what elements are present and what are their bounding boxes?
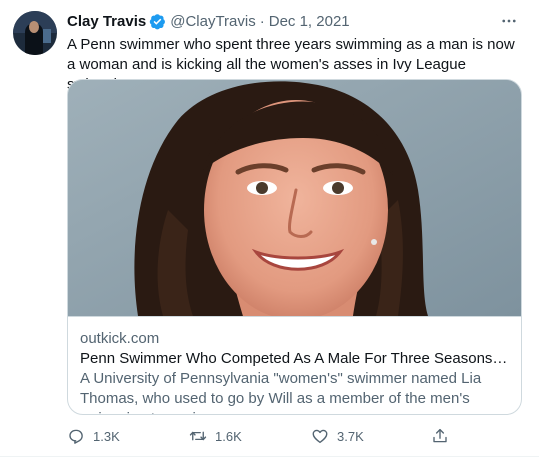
- separator-dot: ·: [259, 12, 265, 30]
- reply-button[interactable]: 1.3K: [67, 426, 120, 446]
- retweet-count: 1.6K: [215, 428, 242, 444]
- tweet[interactable]: Clay Travis @ClayTravis · Dec 1, 2021 A …: [0, 0, 539, 457]
- like-count: 3.7K: [337, 428, 364, 444]
- link-title: Penn Swimmer Who Competed As A Male For …: [80, 350, 511, 367]
- link-description: A University of Pennsylvania "women's" s…: [80, 370, 482, 414]
- link-card[interactable]: outkick.com Penn Swimmer Who Competed As…: [67, 79, 522, 415]
- link-domain: outkick.com: [80, 330, 160, 347]
- link-card-info[interactable]: outkick.com Penn Swimmer Who Competed As…: [68, 316, 521, 414]
- reply-icon: [69, 429, 83, 444]
- reply-count: 1.3K: [93, 428, 120, 444]
- like-icon: [312, 429, 328, 444]
- share-button[interactable]: [431, 426, 457, 446]
- author-handle[interactable]: @ClayTravis: [170, 13, 256, 30]
- like-button[interactable]: 3.7K: [311, 426, 364, 446]
- retweet-icon: [189, 431, 207, 441]
- tweet-actions: 1.3K 1.6K 3.7K: [67, 426, 467, 446]
- share-icon: [433, 428, 447, 443]
- link-card-image[interactable]: [68, 80, 521, 316]
- more-options-icon[interactable]: [497, 9, 521, 33]
- retweet-button[interactable]: 1.6K: [189, 426, 242, 446]
- tweet-header: Clay Travis @ClayTravis · Dec 1, 2021: [67, 11, 350, 31]
- author-name[interactable]: Clay Travis: [67, 13, 146, 30]
- tweet-date[interactable]: Dec 1, 2021: [269, 13, 350, 30]
- avatar[interactable]: [13, 11, 57, 55]
- verified-badge-icon: [150, 13, 166, 29]
